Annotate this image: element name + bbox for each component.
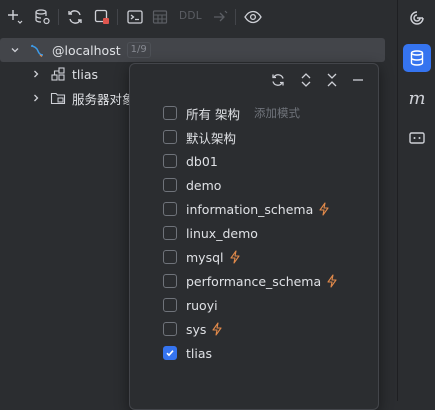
checkbox[interactable] — [163, 298, 177, 312]
jump-to-icon — [209, 6, 231, 28]
connection-label: @localhost — [52, 42, 121, 58]
checkbox[interactable] — [163, 274, 177, 288]
minimize-icon[interactable] — [348, 70, 368, 90]
schema-icon — [50, 66, 66, 82]
schema-item-default[interactable]: 默认架构 — [163, 126, 236, 148]
add-icon[interactable] — [4, 6, 26, 28]
ddl-button: DDL — [179, 10, 202, 22]
database-toolbar: DDL — [0, 0, 397, 34]
mysql-dolphin-icon — [29, 42, 45, 58]
schema-item-linux_demo[interactable]: linux_demo — [163, 222, 258, 244]
expand-all-icon[interactable] — [296, 70, 316, 90]
checkbox-checked[interactable] — [163, 346, 177, 360]
schema-label: ruoyi — [186, 297, 218, 313]
view-options-icon[interactable] — [242, 6, 264, 28]
schema-label: tlias — [186, 345, 213, 361]
refresh-icon[interactable] — [268, 70, 288, 90]
schema-label: db01 — [186, 153, 218, 169]
tree-item-label: 服务器对象 — [72, 91, 135, 107]
schema-item-performance_schema[interactable]: performance_schema — [163, 270, 338, 292]
schema-item-ruoyi[interactable]: ruoyi — [163, 294, 218, 316]
add-pattern-hint[interactable]: 添加模式 — [254, 105, 300, 121]
schema-label: sys — [186, 321, 207, 337]
folder-icon — [50, 90, 66, 106]
bolt-icon — [229, 250, 241, 264]
schema-selection-popup: 所有 架构 添加模式 默认架构 db01 demo information_schem… — [129, 63, 379, 410]
chevron-down-icon[interactable] — [10, 45, 20, 55]
toolbar-divider — [117, 9, 118, 25]
bolt-icon — [211, 322, 223, 336]
select-all-label: 所有 架构 — [186, 106, 240, 122]
schema-item-tlias[interactable]: tlias — [163, 342, 212, 364]
toolbar-divider — [235, 9, 236, 25]
schema-label: information_schema — [186, 201, 314, 217]
select-all-schemas[interactable]: 所有 架构 添加模式 — [163, 102, 300, 124]
checkbox[interactable] — [163, 178, 177, 192]
endpoints-icon[interactable] — [403, 124, 431, 152]
chevron-right-icon[interactable] — [31, 69, 41, 79]
tree-row-localhost[interactable]: @localhost 1/9 — [0, 38, 385, 62]
table-icon — [149, 6, 171, 28]
schema-count-badge: 1/9 — [126, 42, 151, 58]
maven-glyph: m — [408, 87, 426, 109]
collapse-all-icon[interactable] — [322, 70, 342, 90]
bolt-icon — [326, 274, 338, 288]
stop-icon[interactable] — [91, 6, 113, 28]
schema-label: linux_demo — [186, 225, 258, 241]
data-source-properties-icon[interactable] — [31, 6, 53, 28]
checkbox[interactable] — [163, 250, 177, 264]
schema-label: demo — [186, 177, 222, 193]
database-icon[interactable] — [403, 44, 431, 72]
right-tool-window-bar: m — [397, 0, 435, 401]
schema-item-mysql[interactable]: mysql — [163, 246, 241, 268]
refresh-icon[interactable] — [64, 6, 86, 28]
checkbox[interactable] — [163, 154, 177, 168]
tree-item-label: tlias — [72, 66, 99, 82]
schema-item-db01[interactable]: db01 — [163, 150, 218, 172]
bolt-icon — [318, 202, 330, 216]
checkbox[interactable] — [163, 322, 177, 336]
maven-icon[interactable]: m — [403, 84, 431, 112]
console-icon[interactable] — [124, 6, 146, 28]
chevron-right-icon[interactable] — [31, 93, 41, 103]
schema-item-demo[interactable]: demo — [163, 174, 221, 196]
toolbar-divider — [58, 9, 59, 25]
checkbox[interactable] — [163, 106, 177, 120]
checkbox[interactable] — [163, 202, 177, 216]
schema-item-information_schema[interactable]: information_schema — [163, 198, 330, 220]
checkbox[interactable] — [163, 226, 177, 240]
schema-label: 默认架构 — [186, 130, 237, 146]
schema-label: mysql — [186, 249, 224, 265]
ai-assistant-icon[interactable] — [403, 4, 431, 32]
schema-item-sys[interactable]: sys — [163, 318, 223, 340]
popup-header — [130, 64, 378, 96]
checkbox[interactable] — [163, 130, 177, 144]
schema-label: performance_schema — [186, 273, 322, 289]
